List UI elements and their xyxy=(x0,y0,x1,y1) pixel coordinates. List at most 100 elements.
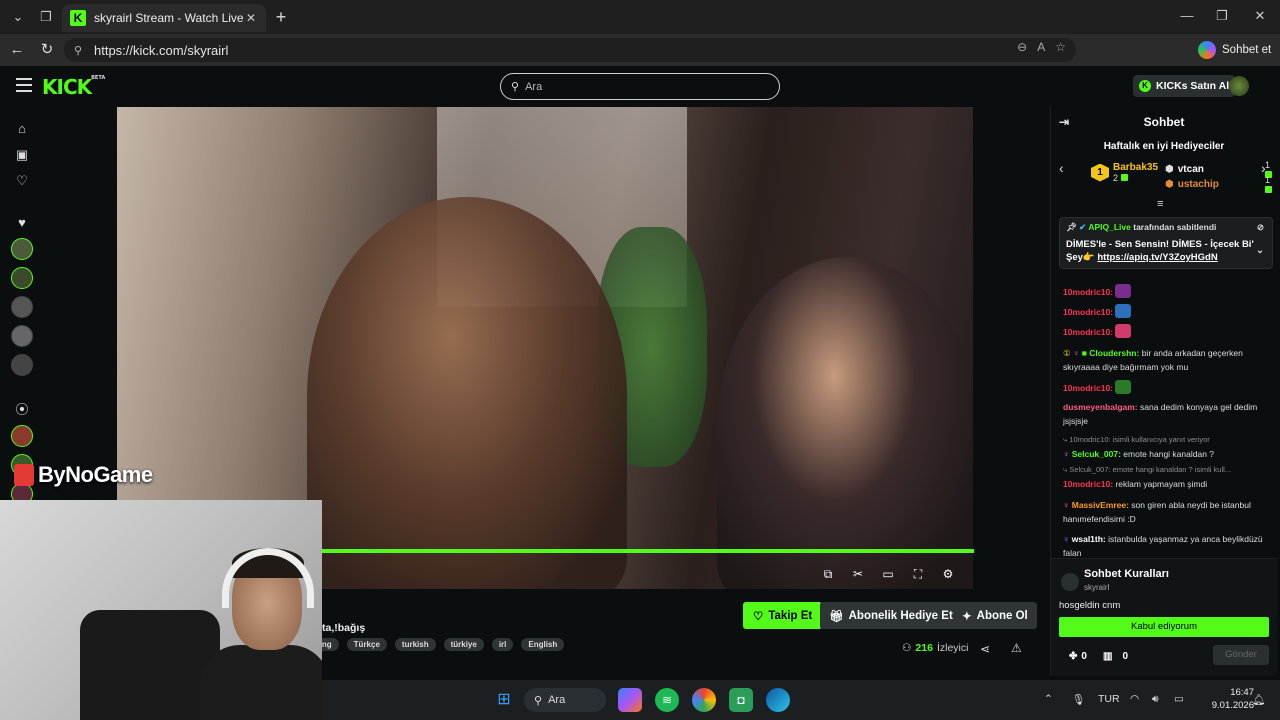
chat-text: emote hangi kanaldan ? xyxy=(1123,449,1215,459)
close-window-icon[interactable]: ✕ xyxy=(1250,8,1270,26)
viewers-label: İzleyici xyxy=(936,642,969,654)
gifter-name: ustachip xyxy=(1177,179,1219,190)
favorite-star-icon[interactable]: ☆ xyxy=(1055,40,1066,54)
back-arrow-icon[interactable]: ← xyxy=(6,40,28,60)
followed-channel-avatar[interactable] xyxy=(11,325,33,347)
video-progress-bar[interactable] xyxy=(320,549,974,553)
chat-username[interactable]: 10modric10: xyxy=(1063,479,1113,489)
chat-message: 10modric10: xyxy=(1063,304,1273,319)
unpin-icon[interactable]: ⊘ xyxy=(1257,222,1264,233)
chat-username[interactable]: dusmeyenbalgam: xyxy=(1063,402,1138,412)
pinned-by-user[interactable]: APIQ_Live xyxy=(1088,222,1131,232)
copilot-chat-button[interactable]: Sohbet et xyxy=(1198,39,1271,61)
gift-count[interactable]: ▥ 0 xyxy=(1103,651,1128,662)
followed-channel-avatar[interactable] xyxy=(11,296,33,318)
zoom-icon[interactable]: ⊖ xyxy=(1017,40,1027,54)
pinned-message: 📌︎ ✔ APIQ_Live tarafından sabitlendi ⊘ Dİ… xyxy=(1059,217,1273,269)
windows-start-icon[interactable]: ⊞ xyxy=(492,688,516,712)
home-icon[interactable]: ⌂ xyxy=(13,120,31,138)
taskbar-search[interactable]: ⚲ Ara xyxy=(524,688,606,712)
chevron-left-icon[interactable]: ‹ xyxy=(1059,160,1064,176)
read-aloud-icon[interactable]: A xyxy=(1037,40,1045,54)
chat-username[interactable]: MassivEmree: xyxy=(1072,500,1129,510)
workspaces-icon[interactable]: ❐ xyxy=(34,6,58,28)
viewers-number: 216 xyxy=(915,642,933,654)
settings-gear-icon[interactable]: ⚙ xyxy=(940,566,956,582)
chat-username[interactable]: 10modric10: xyxy=(1063,383,1113,393)
gift-subscription-button[interactable]: 🎁︎ Abonelik Hediye Et xyxy=(820,602,962,629)
buy-kicks-button[interactable]: K KICKs Satın Al xyxy=(1133,75,1236,97)
expand-handle-icon[interactable]: ≡ xyxy=(1157,198,1163,210)
stream-tag[interactable]: irl xyxy=(491,638,514,651)
collapse-chat-icon[interactable]: ⇥ xyxy=(1059,115,1069,129)
browser-tab-active[interactable]: K skyrairl Stream - Watch Live on Kic ✕ xyxy=(62,4,266,32)
chat-username[interactable]: wsal1th: xyxy=(1072,534,1106,544)
notification-bell-icon[interactable]: 🔔︎ xyxy=(1252,693,1265,706)
theater-mode-icon[interactable]: ▭ xyxy=(880,566,896,582)
live-broadcast-icon: ⦿ xyxy=(15,402,29,417)
subscribe-button[interactable]: ✦ Abone Ol xyxy=(953,602,1037,629)
chat-username[interactable]: Cloudershn: xyxy=(1089,348,1139,358)
stream-title: ta,!bağış xyxy=(322,622,366,634)
followed-channel-avatar[interactable] xyxy=(11,238,33,260)
chrome-icon[interactable] xyxy=(692,688,716,712)
user-avatar[interactable] xyxy=(1229,76,1249,96)
report-warning-icon[interactable]: ⚠ xyxy=(1011,641,1022,655)
tab-menu-chevron-icon[interactable]: ⌄ xyxy=(6,6,30,28)
chat-username[interactable]: Selcuk_007: xyxy=(1072,449,1121,459)
address-bar[interactable]: ⚲ https://kick.com/skyrairl ⊖ A ☆ xyxy=(64,38,1076,62)
expand-chevron-icon[interactable]: ⌄ xyxy=(1256,244,1264,257)
chat-username[interactable]: 10modric10: xyxy=(1063,307,1113,317)
reply-context[interactable]: ⤷ Selcuk_007: emote hangi kanaldan ? isi… xyxy=(1063,463,1273,477)
chat-username[interactable]: 10modric10: xyxy=(1063,287,1113,297)
wifi-icon[interactable]: ◠ xyxy=(1130,693,1139,705)
sub-badge-icon: ♆ xyxy=(1073,348,1080,358)
microphone-icon[interactable]: 🎙︎ xyxy=(1072,693,1085,706)
chat-username[interactable]: 10modric10: xyxy=(1063,327,1113,337)
followed-channel-avatar[interactable] xyxy=(11,354,33,376)
gifter-name: vtcan xyxy=(1177,164,1204,175)
viewer-count: ⚇ 216 İzleyici xyxy=(902,642,968,654)
show-hidden-icons-icon[interactable]: ⌃ xyxy=(1044,693,1053,705)
clip-icon[interactable]: ✂ xyxy=(850,566,866,582)
stream-tag[interactable]: türkiye xyxy=(443,638,484,651)
video-person xyxy=(717,257,973,589)
browse-icon[interactable]: ▣ xyxy=(13,146,31,164)
system-clock[interactable]: 16:47 9.01.2026 xyxy=(1194,686,1254,712)
search-input[interactable]: ⚲ Ara xyxy=(500,73,780,100)
fullscreen-icon[interactable]: ⛶ xyxy=(910,566,926,582)
maximize-window-icon[interactable]: ❐ xyxy=(1212,8,1232,26)
emote-icon xyxy=(1115,304,1132,318)
stream-tag[interactable]: English xyxy=(521,638,565,651)
reply-context[interactable]: ⤷ 10modric10: isimli kullanıcıya yanıt v… xyxy=(1063,433,1273,447)
follow-button[interactable]: ♡ Takip Et xyxy=(743,602,823,629)
edge-icon[interactable] xyxy=(766,688,790,712)
chat-message: ⤷ 10modric10: isimli kullanıcıya yanıt v… xyxy=(1063,433,1273,461)
share-icon[interactable]: ⋖ xyxy=(980,642,990,656)
url-text: https://kick.com/skyrairl xyxy=(94,42,229,58)
hamburger-menu-icon[interactable] xyxy=(16,78,32,92)
volume-icon[interactable]: 🔊︎ xyxy=(1152,693,1159,706)
refresh-icon[interactable]: ↻ xyxy=(36,40,58,60)
accept-rules-button[interactable]: Kabul ediyorum xyxy=(1059,617,1269,637)
kick-logo[interactable]: KICKBETA xyxy=(42,75,105,99)
battery-icon[interactable]: ▭ xyxy=(1174,693,1184,705)
site-info-icon[interactable]: ⚲ xyxy=(74,44,88,57)
stream-tag[interactable]: Türkçe xyxy=(346,638,387,651)
following-heart-icon[interactable]: ♡ xyxy=(13,172,31,190)
close-tab-icon[interactable]: ✕ xyxy=(244,11,258,25)
chat-message: ♆ wsal1th: istanbulda yaşanmaz ya anca b… xyxy=(1063,532,1273,560)
store-app-icon[interactable]: ◘ xyxy=(729,688,753,712)
pip-icon[interactable]: ⧉ xyxy=(820,566,836,582)
followed-channel-avatar[interactable] xyxy=(11,267,33,289)
new-tab-button[interactable]: + xyxy=(270,7,292,29)
stream-tag[interactable]: turkish xyxy=(394,638,436,651)
send-button[interactable]: Gönder xyxy=(1213,645,1269,665)
language-indicator[interactable]: TUR xyxy=(1098,693,1120,705)
recommended-channel-avatar[interactable] xyxy=(11,425,33,447)
pinned-link[interactable]: https://apiq.tv/Y3ZoyHGdN xyxy=(1097,252,1217,263)
spotify-icon[interactable]: ≋ xyxy=(655,688,679,712)
copilot-app-icon[interactable] xyxy=(618,688,642,712)
minimize-window-icon[interactable]: — xyxy=(1177,8,1197,26)
channel-points[interactable]: ✤ 0 xyxy=(1069,651,1087,662)
